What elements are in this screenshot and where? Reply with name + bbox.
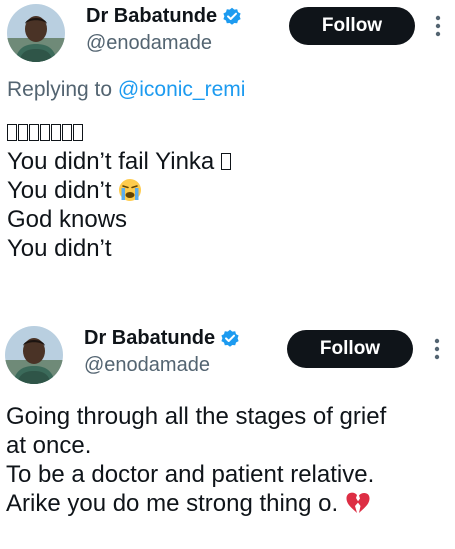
tweet-text-line [7, 118, 232, 147]
replying-to-label: Replying to [7, 78, 113, 101]
tweet-text-line: To be a doctor and patient relative. [6, 461, 375, 488]
follow-button[interactable]: Follow [289, 7, 415, 45]
unrendered-glyph-box [62, 124, 72, 141]
unrendered-glyph-box [220, 153, 231, 170]
verified-badge-icon [222, 7, 242, 27]
tweet-text-line: You didn’t fail Yinka [7, 147, 232, 176]
tweet-text-segment: You didn’t fail Yinka [7, 148, 221, 175]
tweet-text: You didn’t fail Yinka You didn’t God kno… [7, 118, 232, 263]
avatar[interactable] [5, 326, 63, 384]
author-handle[interactable]: @enodamade [86, 32, 212, 55]
crying-face-emoji [118, 178, 142, 202]
tweet-text-line: Arike you do me strong thing o. [6, 489, 386, 518]
tweet-text-line: You didn’t [7, 176, 232, 205]
tweet-text-line: Going through all the stages of grief [6, 403, 387, 430]
more-options-icon[interactable] [432, 337, 442, 361]
follow-button[interactable]: Follow [287, 330, 413, 368]
more-options-icon[interactable] [433, 14, 443, 38]
author-name[interactable]: Dr Babatunde [86, 5, 242, 28]
unrendered-glyph-box [40, 124, 50, 141]
author-name[interactable]: Dr Babatunde [84, 327, 240, 350]
author-handle[interactable]: @enodamade [84, 354, 210, 377]
unrendered-glyph-box [51, 124, 61, 141]
tweet-text: Going through all the stages of grief at… [6, 402, 386, 518]
tweet-text-segment: You didn’t [7, 177, 119, 204]
replying-to-line: Replying to @iconic_remi [7, 78, 245, 102]
reply-mention-link[interactable]: @iconic_remi [118, 78, 246, 101]
tweet-text-segment: Arike you do me strong thing o. [6, 490, 345, 517]
unrendered-glyph-box [18, 124, 28, 141]
tweet-text-line: God knows [7, 206, 128, 233]
unrendered-glyph-box [73, 124, 83, 141]
unrendered-glyph-box [7, 124, 17, 141]
tweet-text-line: at once. [6, 432, 92, 459]
verified-badge-icon [220, 329, 240, 349]
avatar[interactable] [7, 4, 65, 62]
author-name-text[interactable]: Dr Babatunde [86, 5, 217, 28]
tweet-text-line: You didn’t [7, 235, 112, 262]
broken-heart-emoji [345, 491, 371, 515]
unrendered-glyph-box [29, 124, 39, 141]
author-name-text[interactable]: Dr Babatunde [84, 327, 215, 350]
